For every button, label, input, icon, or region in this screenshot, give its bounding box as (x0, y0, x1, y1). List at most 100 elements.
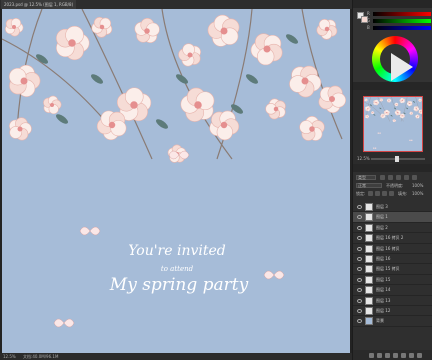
filter-pixel-icon[interactable] (380, 175, 385, 180)
new-group-icon[interactable] (401, 353, 406, 358)
blossom (134, 18, 160, 43)
navigator-preview[interactable] (363, 96, 423, 152)
flower-garland-artwork (2, 9, 346, 328)
layer-row[interactable]: 图层 14 (353, 285, 432, 296)
layer-thumbnail (365, 234, 373, 243)
leaf (406, 107, 409, 110)
invite-title: My spring party (109, 275, 249, 295)
navigator-zoom-knob[interactable] (395, 156, 399, 162)
layer-name: 图层 13 (376, 297, 391, 303)
layer-name: 图层 16 拷贝 (376, 245, 400, 251)
butterfly-petal (53, 318, 75, 328)
leaf (246, 74, 258, 84)
lock-image-icon[interactable] (375, 191, 380, 196)
lock-all-icon[interactable] (389, 191, 394, 196)
green-slider[interactable]: G (367, 18, 431, 23)
filter-smart-object-icon[interactable] (412, 175, 417, 180)
blossom (209, 110, 240, 141)
document-tab[interactable]: 2023.psd @ 12.5% (图层 1, RGB/8) (1, 0, 77, 9)
visibility-eye-icon[interactable] (357, 308, 362, 313)
visibility-eye-icon[interactable] (357, 298, 362, 303)
butterfly-petal (79, 226, 101, 236)
navigator-zoom-value[interactable]: 12.5% (357, 156, 370, 161)
visibility-eye-icon[interactable] (357, 205, 362, 209)
blossom (43, 95, 62, 115)
zoom-level[interactable]: 12.5% (3, 354, 16, 359)
blossom (9, 117, 32, 141)
visibility-eye-icon[interactable] (357, 267, 362, 272)
visibility-eye-icon[interactable] (357, 225, 362, 230)
layer-row[interactable]: 图层 3 (353, 202, 432, 213)
layer-row[interactable]: 图层 15 (353, 275, 432, 286)
filter-type-icon[interactable] (396, 175, 401, 180)
layer-row[interactable]: 图层 16 拷贝 2 (353, 233, 432, 244)
navigator-tabs: 导航器 (353, 82, 432, 100)
layer-style-icon[interactable] (377, 353, 382, 358)
opacity-value[interactable]: 100% (412, 183, 423, 189)
right-panel-dock: 颜色 色板 R G B 导航器 12.5% (352, 0, 432, 360)
layer-thumbnail (365, 223, 373, 232)
visibility-eye-icon[interactable] (357, 319, 362, 324)
visibility-eye-icon[interactable] (357, 277, 362, 282)
lock-position-icon[interactable] (382, 191, 387, 196)
layer-name: 图层 1 (376, 214, 388, 220)
layers-panel-tabs: 图层 通道 路径 (353, 164, 432, 182)
delete-layer-icon[interactable] (417, 353, 422, 358)
blossom (413, 106, 420, 112)
leaf (56, 114, 68, 124)
visibility-eye-icon[interactable] (357, 256, 362, 261)
color-panel: R G B (353, 8, 432, 82)
opacity-label: 不透明度: (386, 183, 404, 188)
lock-label: 锁定: (356, 191, 366, 196)
layer-row[interactable]: 图层 15 拷贝 (353, 264, 432, 275)
layer-row[interactable]: 图层 12 (353, 306, 432, 317)
color-triangle[interactable] (391, 53, 413, 81)
layer-name: 图层 12 (376, 307, 391, 313)
blossom (418, 109, 422, 114)
layer-thumbnail (365, 296, 373, 305)
visibility-eye-icon[interactable] (357, 236, 362, 241)
add-mask-icon[interactable] (385, 353, 390, 358)
layer-row[interactable]: 图层 13 (353, 296, 432, 306)
blossom (299, 116, 325, 141)
blue-slider[interactable]: B (367, 25, 431, 30)
layer-thumbnail (365, 213, 373, 222)
filter-adjustment-icon[interactable] (388, 175, 393, 180)
visibility-eye-icon[interactable] (357, 215, 362, 220)
butterfly-petal (409, 139, 413, 141)
blossom (418, 98, 422, 102)
layer-row[interactable]: 图层 16 (353, 254, 432, 265)
layer-thumbnail (365, 286, 373, 295)
lock-transparent-icon[interactable] (368, 191, 373, 196)
filter-shape-icon[interactable] (404, 175, 409, 180)
layer-row[interactable]: 图层 16 拷贝 (353, 244, 432, 254)
layer-row[interactable]: 图层 2 (353, 223, 432, 234)
navigator-zoom-slider[interactable] (371, 156, 425, 162)
blossom (409, 111, 413, 115)
document-canvas[interactable]: You're invited to attend My spring party (2, 9, 350, 353)
layer-thumbnail (365, 317, 373, 326)
document-tab-bar: 2023.psd @ 12.5% (图层 1, RGB/8) (0, 0, 352, 9)
leaf (379, 107, 382, 110)
layer-thumbnail (365, 265, 373, 274)
leaf (373, 114, 376, 116)
blossom (180, 87, 215, 122)
blossom (4, 17, 24, 37)
leaf (390, 114, 393, 117)
layer-row[interactable]: 图层 1 (353, 212, 432, 223)
layer-row[interactable]: 背景 (353, 316, 432, 327)
red-slider[interactable]: R (367, 11, 431, 16)
color-wheel[interactable] (372, 36, 418, 82)
visibility-eye-icon[interactable] (357, 246, 362, 251)
leaf (412, 101, 416, 103)
adjustment-layer-icon[interactable] (393, 353, 398, 358)
blossom (265, 98, 286, 120)
link-layers-icon[interactable] (369, 353, 374, 358)
leaf (176, 74, 188, 84)
visibility-eye-icon[interactable] (357, 288, 362, 293)
fill-value[interactable]: 100% (412, 191, 423, 197)
layer-thumbnail (365, 306, 373, 315)
layers-panel: 类型 正常 不透明度: 100% 锁定: 填充: 100% 图层 3 图层 1 … (353, 172, 432, 360)
new-layer-icon[interactable] (409, 353, 414, 358)
navigator-panel: 12.5% (353, 90, 432, 164)
